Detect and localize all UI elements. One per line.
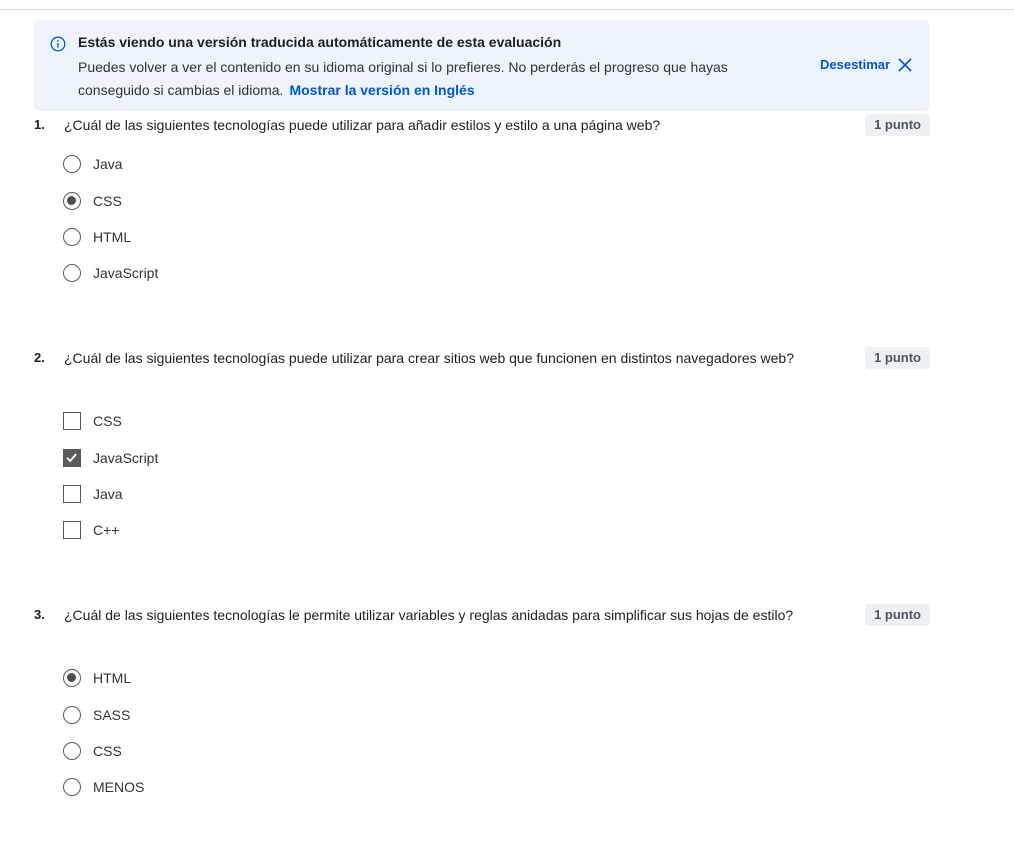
question-number: 2. [34,350,45,365]
option-label: HTML [93,670,132,686]
dismiss-label: Desestimar [820,57,891,72]
checkbox[interactable] [63,412,81,430]
option-radio[interactable]: MENOS [63,775,144,799]
radio-button[interactable] [63,706,81,724]
option-label: Java [93,156,123,172]
question-text: ¿Cuál de las siguientes tecnologías le p… [64,607,794,623]
radio-button[interactable] [63,742,81,760]
option-label: MENOS [93,779,145,795]
info-icon [50,36,66,52]
option-radio[interactable]: CSS [63,739,122,763]
radio-button[interactable] [63,778,81,796]
top-divider [0,9,1014,10]
checkbox[interactable] [63,449,81,467]
option-checkbox[interactable]: JavaScript [63,446,158,470]
points-badge: 1 punto [865,114,930,136]
radio-button[interactable] [63,264,81,282]
banner-title: Estás viendo una versión traducida autom… [78,34,562,50]
option-checkbox[interactable]: Java [63,482,123,506]
option-checkbox[interactable]: C++ [63,518,119,542]
option-label: CSS [93,743,122,759]
question-text: ¿Cuál de las siguientes tecnologías pued… [64,117,661,133]
points-badge: 1 punto [865,604,930,626]
option-label: HTML [93,229,132,245]
option-label: CSS [93,193,122,209]
option-label: Java [93,486,123,502]
option-radio[interactable]: HTML [63,225,131,249]
option-label: JavaScript [93,265,159,281]
radio-button[interactable] [63,228,81,246]
option-label: CSS [93,413,122,429]
dismiss-button[interactable]: Desestimar [820,57,912,72]
option-radio[interactable]: SASS [63,703,130,727]
show-original-link[interactable]: Mostrar la versión en Inglés [289,82,474,98]
checkbox[interactable] [63,485,81,503]
radio-button[interactable] [63,669,81,687]
option-label: SASS [93,707,131,723]
banner-body: Puedes volver a ver el contenido en su i… [78,56,798,102]
radio-button[interactable] [63,155,81,173]
question-number: 1. [34,117,45,132]
radio-button[interactable] [63,192,81,210]
checkmark-icon [66,453,77,463]
option-radio[interactable]: Java [63,152,123,176]
question-text: ¿Cuál de las siguientes tecnologías pued… [64,350,795,366]
points-badge: 1 punto [865,347,930,369]
option-radio[interactable]: CSS [63,189,122,213]
option-checkbox[interactable]: CSS [63,409,122,433]
question-number: 3. [34,607,45,622]
option-radio[interactable]: JavaScript [63,261,158,285]
checkbox[interactable] [63,521,81,539]
option-radio[interactable]: HTML [63,666,131,690]
translation-banner: Estás viendo una versión traducida autom… [34,20,930,111]
option-label: JavaScript [93,450,159,466]
option-label: C++ [93,522,120,538]
close-icon [898,57,912,72]
